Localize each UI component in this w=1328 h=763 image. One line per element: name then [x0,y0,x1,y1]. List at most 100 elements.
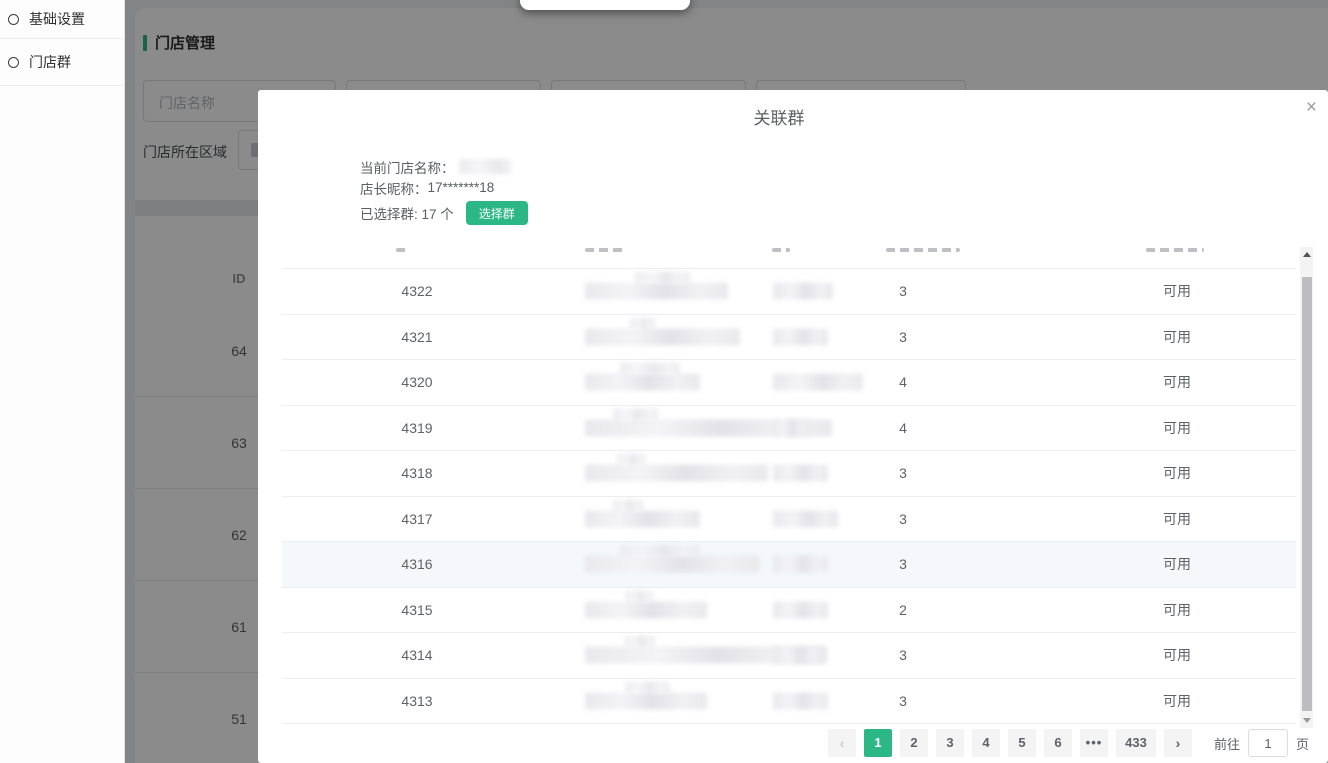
blurred-text-block [585,601,707,619]
blurred-text-block [773,282,833,300]
redacted-group-name [585,362,700,391]
group-id-cell: 4321 [401,328,433,345]
selected-groups-label: 已选择群: 17 个 [360,207,454,222]
member-count-cell: 3 [899,692,907,709]
table-scrollbar[interactable] [1300,247,1313,728]
sidebar-item-label: 门店群 [29,54,71,70]
member-count-cell: 2 [899,601,907,618]
redacted-group-name [585,317,740,346]
group-id-cell: 4318 [401,465,433,482]
blurred-text-block [773,419,808,437]
redacted-group-owner [773,510,838,528]
blurred-text-block [773,692,828,710]
next-page-button[interactable]: › [1163,729,1192,757]
manager-line: 店长昵称： 17*******18 [360,177,528,198]
blurred-text-block [773,555,828,573]
sidebar-item-basic-settings[interactable]: 基础设置 [0,0,124,39]
sidebar-item-store-groups[interactable]: 门店群 [0,39,124,86]
redacted-group-owner [773,419,808,437]
blurred-text-block [585,555,760,573]
status-cell: 可用 [1163,556,1191,573]
group-table-row[interactable]: 4316 3 可用 [282,542,1296,588]
blurred-text-tail [635,271,690,284]
group-id-cell: 4313 [401,692,433,709]
group-id-cell: 4322 [401,283,433,300]
group-table-row[interactable]: 4313 3 可用 [282,679,1296,724]
pagination-ellipsis[interactable]: ••• [1079,729,1108,757]
last-page-button[interactable]: 433 [1115,729,1156,757]
status-cell: 可用 [1163,328,1191,345]
group-table-row[interactable]: 4315 2 可用 [282,588,1296,633]
modal-title: 关联群 [753,109,805,128]
selected-groups-line: 已选择群: 17 个 选择群 [360,200,528,226]
current-store-line: 当前门店名称： [360,156,528,177]
clipped-header-id [396,248,408,252]
blurred-text-block [585,328,740,346]
scroll-down-icon[interactable] [1300,713,1313,728]
group-id-cell: 4316 [401,556,433,573]
member-count-cell: 3 [899,510,907,527]
page-button[interactable]: 2 [899,729,928,757]
status-cell: 可用 [1163,374,1191,391]
redacted-group-owner [773,373,863,391]
page-unit-label: 页 [1295,736,1309,752]
blurred-text-block [585,692,707,710]
status-cell: 可用 [1163,465,1191,482]
screen: 基础设置 门店群 门店管理 门店名称 门店所在区域 ID 64 63 62 61… [0,0,1328,763]
goto-page-input[interactable] [1247,729,1288,757]
page-button[interactable]: 3 [935,729,964,757]
blurred-text-block [773,601,828,619]
redacted-group-owner [773,555,828,573]
blurred-text-tail [620,362,680,375]
blurred-text-tail [630,317,655,330]
select-group-button[interactable]: 选择群 [465,201,528,225]
page-button[interactable]: 6 [1043,729,1072,757]
blurred-text-block [773,510,838,528]
group-id-cell: 4315 [401,601,433,618]
status-cell: 可用 [1163,510,1191,527]
modal-info-block: 当前门店名称： 店长昵称： 17*******18 已选择群: 17 个 选择群 [360,156,528,226]
blurred-text-block [773,373,863,391]
blurred-text-block [585,282,728,300]
group-table-row[interactable]: 4320 4 可用 [282,360,1296,406]
page-button[interactable]: 4 [971,729,1000,757]
page-number-buttons: 123456 [863,729,1072,757]
redacted-group-owner [773,328,828,346]
group-table-row[interactable]: 4321 3 可用 [282,315,1296,360]
redacted-group-name [585,544,760,573]
sidebar: 基础设置 门店群 [0,0,125,763]
blurred-text-block [585,464,768,482]
member-count-cell: 3 [899,647,907,664]
group-table-row[interactable]: 4317 3 可用 [282,497,1296,542]
member-count-cell: 4 [899,374,907,391]
group-id-cell: 4314 [401,647,433,664]
group-table-row[interactable]: 4319 4 可用 [282,406,1296,451]
blurred-text-block [773,464,828,482]
scroll-up-icon[interactable] [1300,247,1313,262]
close-icon[interactable]: × [1306,98,1317,117]
redacted-group-name [585,499,700,528]
redacted-group-name [585,271,728,300]
manager-label: 店长昵称： [360,181,428,197]
status-cell: 可用 [1163,692,1191,709]
sidebar-item-label: 基础设置 [29,11,85,27]
associated-groups-modal: 关联群 × 当前门店名称： 店长昵称： 17*******18 已选择群: 17… [258,90,1328,763]
group-table-row[interactable]: 4318 3 可用 [282,451,1296,497]
group-table-row[interactable]: 4314 3 可用 [282,633,1296,679]
group-table-row[interactable]: 4322 3 可用 [282,269,1296,315]
top-popup-partial [520,0,690,10]
goto-page-group: 前往 页 [1214,729,1309,757]
scrollbar-thumb[interactable] [1301,277,1312,711]
group-id-cell: 4317 [401,510,433,527]
page-button[interactable]: 5 [1007,729,1036,757]
group-id-cell: 4320 [401,374,433,391]
member-count-cell: 3 [899,283,907,300]
redacted-store-name [458,159,511,174]
page-button-active[interactable]: 1 [863,729,892,757]
blurred-text-block [585,373,700,391]
redacted-group-owner [773,692,828,710]
blurred-text-tail [613,499,643,512]
blurred-text-tail [620,544,700,557]
prev-page-button[interactable]: ‹ [827,729,856,757]
member-count-cell: 3 [899,465,907,482]
